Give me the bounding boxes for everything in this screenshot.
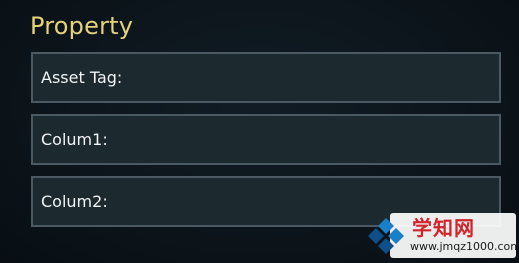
watermark: 学知网 www.jmqz1000.com: [366, 208, 519, 260]
blue-cross-logo-icon: [368, 218, 404, 254]
colum1-label: Colum1:: [41, 130, 108, 149]
colum1-field[interactable]: Colum1:: [31, 114, 501, 165]
watermark-url: www.jmqz1000.com: [410, 240, 519, 253]
section-title: Property: [30, 12, 134, 40]
asset-tag-label: Asset Tag:: [41, 68, 123, 87]
colum2-label: Colum2:: [41, 192, 108, 211]
watermark-title: 学知网: [412, 216, 475, 240]
asset-tag-field[interactable]: Asset Tag:: [31, 52, 501, 103]
